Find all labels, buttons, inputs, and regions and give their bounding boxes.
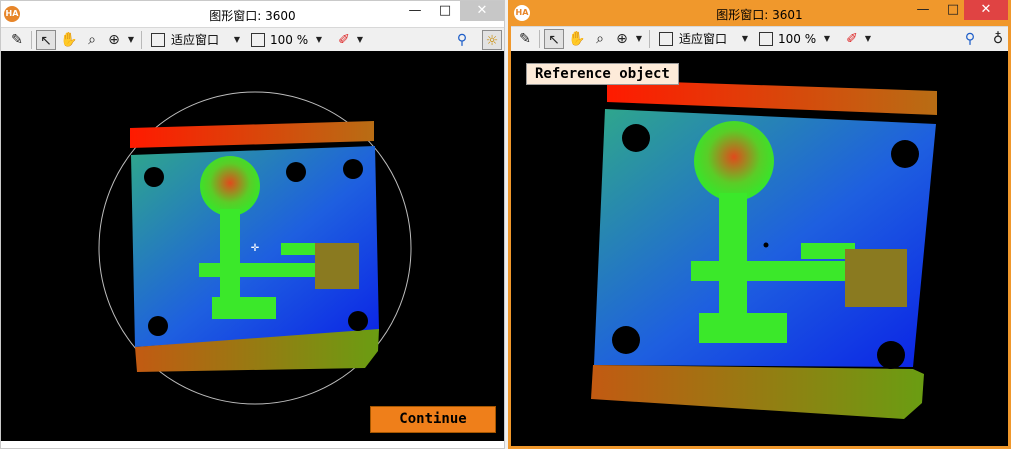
toolbar-separator	[141, 31, 142, 49]
hole	[148, 316, 168, 336]
toolbar-separator	[649, 30, 650, 48]
title-bar[interactable]: HA 图形窗口: 3601 — □ ✕	[511, 0, 1008, 26]
zoom-icon[interactable]: ⊕	[104, 30, 124, 50]
hole	[877, 341, 905, 369]
hole	[286, 162, 306, 182]
light-bulb-icon[interactable]: ♁	[988, 29, 1008, 49]
continue-button[interactable]: Continue	[370, 406, 496, 433]
zoom-percent-select[interactable]: 100 %	[778, 29, 816, 49]
zoom-icon[interactable]: ⊕	[612, 29, 632, 49]
close-button[interactable]: ✕	[964, 0, 1008, 20]
arm	[199, 263, 323, 277]
image-size-icon[interactable]	[759, 32, 773, 46]
hand-pan-icon[interactable]: ✋	[59, 30, 79, 50]
zoom-mode-select[interactable]: 适应窗口	[171, 30, 219, 50]
bottom-bar	[591, 365, 924, 419]
image-size-icon[interactable]	[251, 33, 265, 47]
image-canvas[interactable]: ✛ Continue	[1, 51, 504, 441]
toolbar-separator	[539, 30, 540, 48]
depth-image	[591, 80, 937, 419]
hand-pan-icon[interactable]: ✋	[567, 29, 587, 49]
hole	[622, 124, 650, 152]
color-palette-icon[interactable]: ✐	[842, 29, 862, 49]
stem	[719, 193, 747, 317]
round-head	[200, 156, 260, 216]
edit-settings-icon[interactable]: ✎	[515, 29, 535, 49]
top-red-bar	[607, 80, 937, 115]
zoom-percent-caret[interactable]: ▼	[314, 30, 324, 50]
hole	[343, 159, 363, 179]
hole	[144, 167, 164, 187]
zoom-percent-caret[interactable]: ▼	[822, 29, 832, 49]
foot	[212, 297, 276, 319]
zoom-mode-caret[interactable]: ▼	[740, 29, 750, 49]
round-head	[694, 121, 774, 201]
pointer-tool-icon[interactable]: ↖	[544, 29, 564, 49]
hole	[891, 140, 919, 168]
depth-image: ✛	[98, 91, 412, 405]
hole	[612, 326, 640, 354]
zoom-mode-select[interactable]: 适应窗口	[679, 29, 727, 49]
top-red-bar	[130, 121, 374, 148]
center-cross: ✛	[251, 243, 260, 254]
zoom-dropdown-caret[interactable]: ▼	[634, 29, 644, 49]
block	[315, 243, 359, 289]
graphics-window-3601: HA 图形窗口: 3601 — □ ✕ ✎ ↖ ✋ ⌕ ⊕ ▼ 适应窗口 ▼ 1…	[508, 0, 1011, 449]
reference-object-label: Reference object	[526, 63, 679, 85]
fit-window-icon[interactable]	[659, 32, 673, 46]
light-bulb-icon[interactable]: ☼	[482, 30, 502, 50]
toolbar: ✎ ↖ ✋ ⌕ ⊕ ▼ 适应窗口 ▼ 100 % ▼ ✐ ▼ ⚲ ☼	[1, 27, 504, 53]
stem	[220, 209, 240, 299]
edit-settings-icon[interactable]: ✎	[7, 30, 27, 50]
palette-caret[interactable]: ▼	[863, 29, 873, 49]
toolbar-separator	[31, 31, 32, 49]
close-button[interactable]: ✕	[460, 1, 504, 21]
zoom-mode-caret[interactable]: ▼	[232, 30, 242, 50]
pointer-tool-icon[interactable]: ↖	[36, 30, 56, 50]
graphics-window-3600: HA 图形窗口: 3600 — □ ✕ ✎ ↖ ✋ ⌕ ⊕ ▼ 适应窗口 ▼ 1…	[0, 0, 505, 449]
zoom-percent-select[interactable]: 100 %	[270, 30, 308, 50]
minimize-button[interactable]: —	[908, 0, 938, 20]
foot	[699, 313, 787, 343]
inspect-icon[interactable]: ⚲	[960, 29, 980, 49]
palette-caret[interactable]: ▼	[355, 30, 365, 50]
center-dot	[763, 242, 769, 248]
hole	[348, 311, 368, 331]
zoom-dropdown-caret[interactable]: ▼	[126, 30, 136, 50]
title-bar[interactable]: HA 图形窗口: 3600 — □ ✕	[1, 1, 504, 27]
maximize-button[interactable]: □	[430, 1, 460, 21]
inspect-icon[interactable]: ⚲	[452, 30, 472, 50]
color-palette-icon[interactable]: ✐	[334, 30, 354, 50]
image-canvas[interactable]: Reference object	[511, 51, 1008, 446]
arm	[691, 261, 851, 281]
block	[845, 249, 907, 307]
fit-window-icon[interactable]	[151, 33, 165, 47]
magnifier-icon[interactable]: ⌕	[82, 30, 102, 50]
toolbar: ✎ ↖ ✋ ⌕ ⊕ ▼ 适应窗口 ▼ 100 % ▼ ✐ ▼ ⚲ ♁	[511, 26, 1008, 52]
minimize-button[interactable]: —	[400, 1, 430, 21]
magnifier-icon[interactable]: ⌕	[590, 29, 610, 49]
